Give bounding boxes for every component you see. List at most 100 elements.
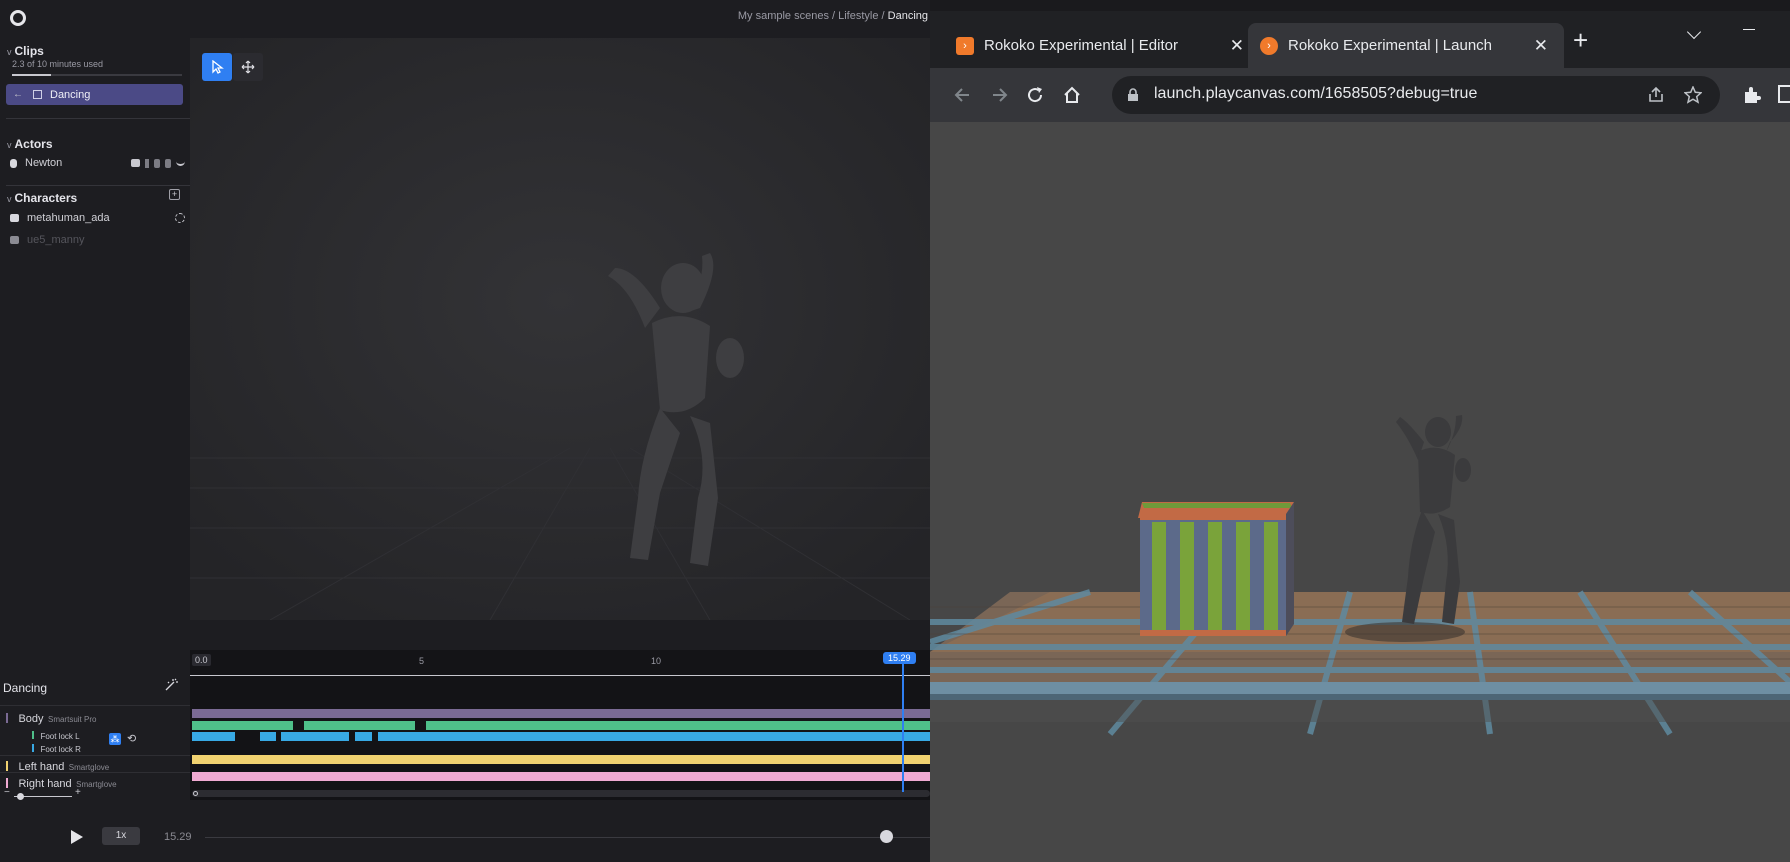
zoom-slider-thumb[interactable] xyxy=(17,793,24,800)
right-glove-icon[interactable] xyxy=(165,158,171,168)
foot-lock-toggle-icon[interactable]: ⁂ xyxy=(109,733,121,745)
scrubber-thumb[interactable] xyxy=(880,830,893,843)
reload-icon[interactable] xyxy=(1025,85,1045,105)
body-device-icon[interactable] xyxy=(145,158,149,168)
eye-icon[interactable] xyxy=(176,160,185,166)
foot-lock-r-segment[interactable] xyxy=(192,732,235,741)
speed-button[interactable]: 1x xyxy=(102,827,140,845)
zoom-minus-icon[interactable]: − xyxy=(4,787,10,798)
actors-title: Actors xyxy=(14,137,53,151)
timeline-scrollbar[interactable] xyxy=(192,790,930,797)
striped-crate[interactable] xyxy=(1138,502,1294,636)
left-hand-track-device: Smartglove xyxy=(68,763,110,772)
side-panel-icon[interactable] xyxy=(1778,85,1790,103)
minimize-icon[interactable] xyxy=(1743,29,1755,30)
character-icon xyxy=(10,236,19,244)
timeline-start-label: 0.0 xyxy=(192,654,211,666)
browser-toolbar: launch.playcanvas.com/1658505?debug=true xyxy=(930,68,1790,122)
lock-icon[interactable] xyxy=(1127,88,1139,102)
back-arrow-icon[interactable]: ← xyxy=(13,89,23,100)
divider xyxy=(0,705,190,706)
clips-title: Clips xyxy=(14,44,44,58)
add-character-icon[interactable]: + xyxy=(169,189,180,200)
playhead[interactable] xyxy=(902,664,904,792)
character-item[interactable]: ue5_manny xyxy=(10,232,185,248)
left-hand-track-clip[interactable] xyxy=(192,755,930,764)
timeline-tracks[interactable] xyxy=(190,680,930,800)
forward-icon[interactable] xyxy=(989,85,1009,105)
zoom-slider[interactable] xyxy=(14,793,72,800)
magic-wand-icon[interactable] xyxy=(164,678,178,692)
breadcrumb: My sample scenes / Lifestyle / Dancing xyxy=(0,10,928,22)
divider xyxy=(0,755,190,756)
close-tab-icon[interactable]: ✕ xyxy=(1534,36,1548,56)
film-icon xyxy=(33,90,42,99)
tab-editor[interactable]: › Rokoko Experimental | Editor ✕ xyxy=(946,23,1252,68)
characters-header[interactable]: v Characters xyxy=(7,189,77,207)
right-hand-track-device: Smartglove xyxy=(76,780,117,789)
right-hand-track-clip[interactable] xyxy=(192,772,930,781)
timeline-clip-name: Dancing xyxy=(3,681,48,695)
tab-search-icon[interactable] xyxy=(1686,24,1702,40)
foot-lock-r-segment[interactable] xyxy=(260,732,276,741)
body-track-label: Body xyxy=(18,713,44,725)
foot-lock-l-segment[interactable] xyxy=(426,721,930,730)
actor-name: Newton xyxy=(25,157,63,169)
right-hand-track-label: Right hand xyxy=(18,778,72,790)
rokoko-studio-window: My sample scenes / Lifestyle / Dancing v… xyxy=(0,0,930,862)
zoom-plus-icon[interactable]: + xyxy=(75,787,81,798)
foot-lock-l-segment[interactable] xyxy=(304,721,415,730)
body-track-clip[interactable] xyxy=(192,709,930,718)
chevron-down-icon: v xyxy=(7,194,12,204)
play-button[interactable] xyxy=(71,830,83,844)
extensions-icon[interactable] xyxy=(1742,85,1762,105)
chevron-down-icon: v xyxy=(7,47,12,57)
face-device-icon[interactable] xyxy=(131,159,140,167)
foot-lock-r-segment[interactable] xyxy=(355,732,372,741)
tab-strip: › Rokoko Experimental | Editor ✕ › Rokok… xyxy=(930,11,1790,68)
back-icon[interactable] xyxy=(953,85,973,105)
foot-lock-l-segment[interactable] xyxy=(192,721,293,730)
clips-usage-text: 2.3 of 10 minutes used xyxy=(12,59,104,69)
close-tab-icon[interactable]: ✕ xyxy=(1230,36,1244,56)
address-bar[interactable]: launch.playcanvas.com/1658505?debug=true xyxy=(1112,76,1720,114)
foot-lock-r-segment[interactable] xyxy=(378,732,930,741)
playcanvas-favicon: › xyxy=(1260,36,1278,55)
playback-scrubber[interactable] xyxy=(205,837,930,838)
star-icon[interactable] xyxy=(1684,86,1702,104)
playhead-label[interactable]: 15.29 xyxy=(883,652,916,664)
character-item[interactable]: metahuman_ada xyxy=(10,210,185,226)
actor-item[interactable]: Newton xyxy=(10,155,185,171)
breadcrumb-path[interactable]: My sample scenes / Lifestyle / xyxy=(738,10,888,22)
track-label-body[interactable]: Body Smartsuit Pro xyxy=(6,709,96,727)
select-tool-button[interactable] xyxy=(202,53,232,81)
clips-header[interactable]: v Clips xyxy=(7,42,44,60)
character-name: metahuman_ada xyxy=(27,212,110,224)
timeline-ruler[interactable]: 0.0 5 10 15.29 xyxy=(190,650,930,680)
home-icon[interactable] xyxy=(1062,85,1082,105)
actors-header[interactable]: v Actors xyxy=(7,135,53,153)
clips-usage-fill xyxy=(12,74,52,76)
move-tool-button[interactable] xyxy=(233,53,263,81)
tab-launch[interactable]: › Rokoko Experimental | Launch ✕ xyxy=(1248,23,1564,68)
body-track-device: Smartsuit Pro xyxy=(47,715,97,724)
foot-lock-r-label: Foot lock R xyxy=(40,745,81,754)
sidebar: v Clips 2.3 of 10 minutes used ← Dancing … xyxy=(0,34,190,674)
share-icon[interactable] xyxy=(1647,86,1665,104)
new-tab-button[interactable]: + xyxy=(1573,25,1588,56)
clips-usage-bar xyxy=(12,74,182,76)
playcanvas-launch-viewport[interactable] xyxy=(930,122,1790,862)
foot-lock-r-segment[interactable] xyxy=(281,732,349,741)
tab-title: Rokoko Experimental | Editor xyxy=(984,37,1178,54)
character-link-icon[interactable] xyxy=(175,213,185,223)
left-glove-icon[interactable] xyxy=(154,158,160,168)
browser-window: › Rokoko Experimental | Editor ✕ › Rokok… xyxy=(930,11,1790,862)
chevron-down-icon: v xyxy=(7,140,12,150)
url-text[interactable]: launch.playcanvas.com/1658505?debug=true xyxy=(1154,85,1477,103)
character-name: ue5_manny xyxy=(27,234,85,246)
scrollbar-thumb[interactable] xyxy=(193,791,198,796)
3d-viewport[interactable] xyxy=(190,38,930,620)
track-label-right-hand[interactable]: Right hand Smartglove xyxy=(6,774,117,792)
clip-item-dancing[interactable]: ← Dancing xyxy=(6,84,183,105)
reset-icon[interactable]: ⟲ xyxy=(127,732,136,745)
